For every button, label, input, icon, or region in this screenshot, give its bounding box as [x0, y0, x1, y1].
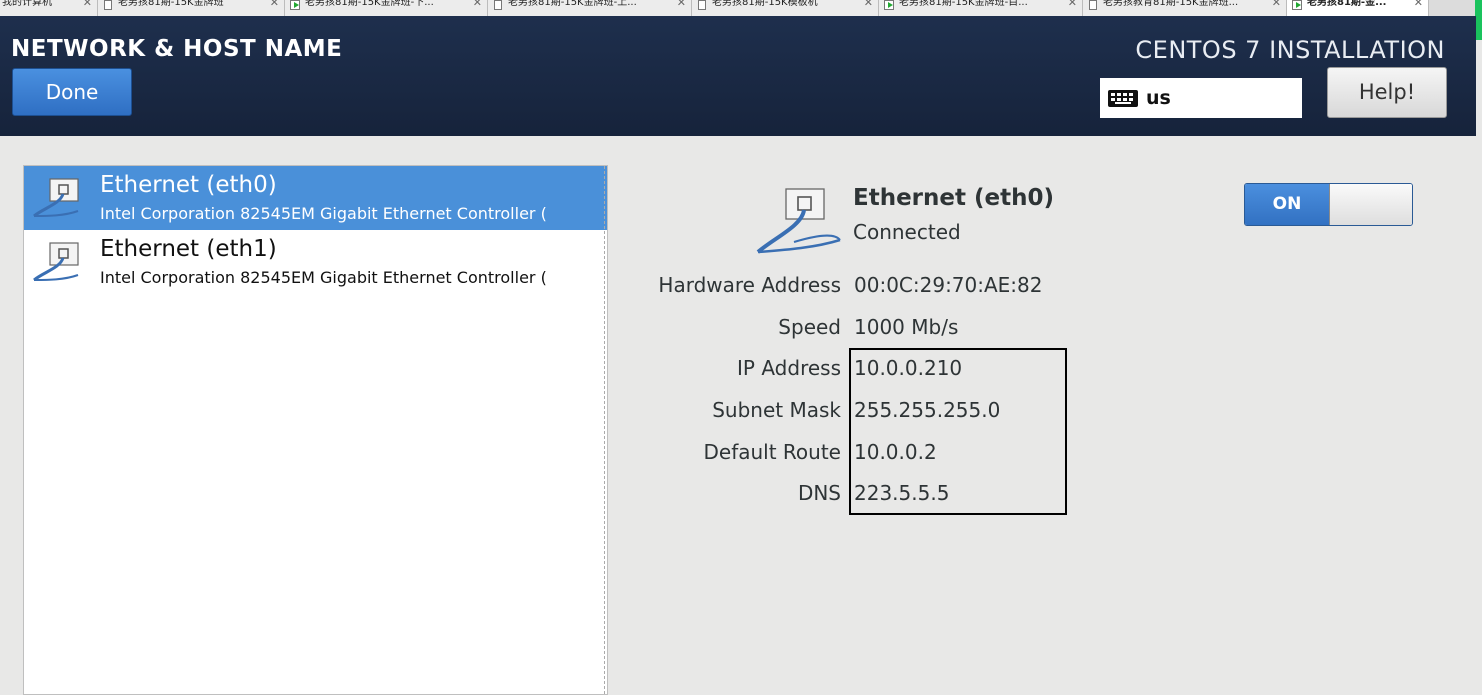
close-icon[interactable]: ✕ — [864, 0, 873, 8]
toggle-on-label: ON — [1245, 184, 1329, 225]
browser-tab[interactable]: 老男孩81期-15K金牌班 ✕ — [98, 0, 285, 16]
installer-header: NETWORK & HOST NAME Done CENTOS 7 INSTAL… — [0, 16, 1476, 136]
close-icon[interactable]: ✕ — [1272, 0, 1281, 8]
annotation-highlight-box — [849, 348, 1067, 515]
speed-value: 1000 Mb/s — [854, 315, 959, 339]
browser-tab[interactable]: 老男孩81期-15K金牌班-目... ✕ — [879, 0, 1083, 16]
browser-tab[interactable]: 老男孩教育81期-15K金牌班... ✕ — [1083, 0, 1287, 16]
page-title: NETWORK & HOST NAME — [11, 36, 343, 62]
document-icon — [698, 0, 706, 10]
toggle-knob[interactable] — [1329, 184, 1412, 225]
device-row-eth1[interactable]: Ethernet (eth1) Intel Corporation 82545E… — [24, 230, 607, 294]
device-row-eth0[interactable]: Ethernet (eth0) Intel Corporation 82545E… — [24, 166, 607, 230]
tab-title: 老男孩教育81期-15K金牌班... — [1103, 0, 1239, 8]
tab-title: 老男孩81期-金... — [1307, 0, 1387, 8]
document-icon — [104, 0, 112, 10]
tab-title: 老男孩81期-15K金牌班-目... — [899, 0, 1028, 8]
tab-title: 老男孩81期-15K模板机 — [712, 0, 818, 8]
close-icon[interactable]: ✕ — [270, 0, 279, 8]
tab-title: 老男孩81期-15K金牌班 — [118, 0, 224, 8]
play-icon — [1292, 0, 1302, 10]
scroll-indicator — [1475, 0, 1482, 40]
close-icon[interactable]: ✕ — [1414, 0, 1423, 8]
close-icon[interactable]: ✕ — [473, 0, 482, 8]
connection-status: Connected — [853, 220, 961, 244]
ethernet-icon — [756, 188, 841, 254]
product-title: CENTOS 7 INSTALLATION — [1135, 36, 1445, 64]
device-on-off-toggle[interactable]: ON — [1244, 183, 1413, 226]
document-icon — [1089, 0, 1097, 10]
tab-title: 我的计算机 — [2, 0, 52, 8]
browser-tab[interactable]: 老男孩81期-15K模板机 ✕ — [692, 0, 879, 16]
dns-label: DNS — [797, 481, 841, 505]
browser-tab[interactable]: 老男孩81期-15K金牌班-下... ✕ — [285, 0, 488, 16]
default-route-label: Default Route — [703, 440, 842, 464]
device-description: Intel Corporation 82545EM Gigabit Ethern… — [100, 204, 547, 223]
close-icon[interactable]: ✕ — [1068, 0, 1077, 8]
play-icon — [290, 0, 300, 10]
browser-tab[interactable]: 老男孩81期-15K金牌班-上... ✕ — [488, 0, 692, 16]
subnet-mask-label: Subnet Mask — [712, 398, 841, 422]
done-button[interactable]: Done — [12, 68, 132, 116]
ip-address-label: IP Address — [737, 356, 841, 380]
ethernet-icon — [33, 178, 79, 218]
document-icon — [494, 0, 502, 10]
network-device-list[interactable]: Ethernet (eth0) Intel Corporation 82545E… — [23, 165, 608, 695]
keyboard-icon — [1108, 90, 1138, 107]
device-name: Ethernet (eth0) — [100, 172, 277, 198]
keyboard-layout-label: us — [1146, 87, 1171, 109]
detail-device-name: Ethernet (eth0) — [853, 185, 1054, 211]
close-icon[interactable]: ✕ — [83, 0, 92, 8]
close-icon[interactable]: ✕ — [677, 0, 686, 8]
hardware-address-label: Hardware Address — [658, 273, 841, 297]
speed-label: Speed — [778, 315, 841, 339]
play-icon — [884, 0, 894, 10]
help-button[interactable]: Help! — [1327, 67, 1447, 118]
browser-tab-active[interactable]: 老男孩81期-金... ✕ — [1287, 0, 1429, 16]
browser-tab-strip: 我的计算机 ✕ 老男孩81期-15K金牌班 ✕ 老男孩81期-15K金牌班-下.… — [0, 0, 1482, 17]
ethernet-icon — [33, 242, 79, 282]
browser-tab[interactable]: 我的计算机 ✕ — [0, 0, 98, 16]
tab-title: 老男孩81期-15K金牌班-上... — [508, 0, 637, 8]
hardware-address-value: 00:0C:29:70:AE:82 — [854, 273, 1043, 297]
keyboard-layout-indicator[interactable]: us — [1100, 78, 1302, 118]
tab-title: 老男孩81期-15K金牌班-下... — [305, 0, 434, 8]
device-name: Ethernet (eth1) — [100, 236, 277, 262]
device-description: Intel Corporation 82545EM Gigabit Ethern… — [100, 268, 547, 287]
